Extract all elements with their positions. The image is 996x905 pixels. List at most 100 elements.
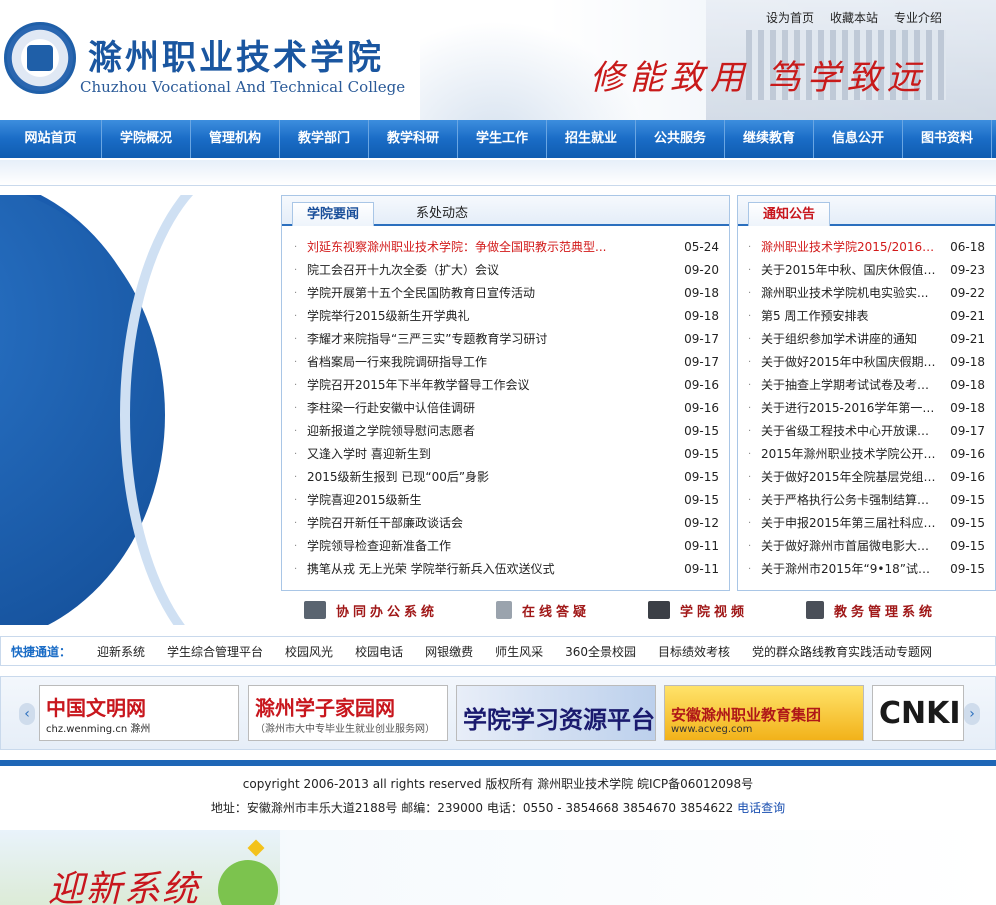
news-item[interactable]: · 刘延东视察滁州职业技术学院：争做全国职教示范典型... 05-24 bbox=[294, 236, 719, 259]
notice-item[interactable]: · 关于做好滁州市首届微电影大赛... 09-15 bbox=[748, 535, 985, 558]
news-item[interactable]: · 学院召开2015年下半年教学督导工作会议 09-16 bbox=[294, 374, 719, 397]
academic-system-link[interactable]: 教务管理系统 bbox=[806, 596, 936, 624]
news-item[interactable]: · 携笔从戎 无上光荣 学院举行新兵入伍欢送仪式 09-11 bbox=[294, 558, 719, 581]
link-xuezi-home[interactable]: 滁州学子家园网 （滁州市大中专毕业生就业创业服务网） bbox=[248, 685, 448, 741]
notice-item-title[interactable]: 关于组织参加学术讲座的通知 bbox=[761, 328, 939, 351]
news-item-title[interactable]: 携笔从戎 无上光荣 学院举行新兵入伍欢送仪式 bbox=[307, 558, 673, 581]
quick-link-campus-phone[interactable]: 校园电话 bbox=[355, 643, 403, 660]
news-item[interactable]: · 学院领导检查迎新准备工作 09-11 bbox=[294, 535, 719, 558]
notice-item-title[interactable]: 关于做好滁州市首届微电影大赛... bbox=[761, 535, 939, 558]
tab-college-news[interactable]: 学院要闻 bbox=[292, 202, 375, 226]
nav-info-disclosure[interactable]: 信息公开 bbox=[814, 120, 903, 158]
welcome-system-banner[interactable]: 迎新系统 bbox=[0, 830, 280, 905]
quick-link-campus-scenery[interactable]: 校园风光 bbox=[285, 643, 333, 660]
news-item-title[interactable]: 学院喜迎2015级新生 bbox=[307, 489, 673, 512]
news-item-title[interactable]: 2015级新生报到 已现“00后”身影 bbox=[307, 466, 673, 489]
college-video-link[interactable]: 学院视频 bbox=[648, 596, 748, 624]
nav-continuing-education[interactable]: 继续教育 bbox=[725, 120, 814, 158]
news-item-title[interactable]: 院工会召开十九次全委（扩大）会议 bbox=[307, 259, 673, 282]
link-acveg[interactable]: 安徽滁州职业教育集团 www.acveg.com bbox=[664, 685, 864, 741]
nav-library[interactable]: 图书资料 bbox=[903, 120, 992, 158]
nav-home[interactable]: 网站首页 bbox=[0, 120, 102, 158]
phone-lookup-link[interactable]: 电话查询 bbox=[737, 801, 785, 815]
notice-item-title[interactable]: 关于滁州市2015年“9•18”试鸣... bbox=[761, 558, 939, 581]
news-item[interactable]: · 学院喜迎2015级新生 09-15 bbox=[294, 489, 719, 512]
quick-link-welcome-system[interactable]: 迎新系统 bbox=[97, 643, 145, 660]
news-item[interactable]: · 学院开展第十五个全民国防教育日宣传活动 09-18 bbox=[294, 282, 719, 305]
nav-student-affairs[interactable]: 学生工作 bbox=[458, 120, 547, 158]
notice-item[interactable]: · 关于省级工程技术中心开放课题... 09-17 bbox=[748, 420, 985, 443]
news-item[interactable]: · 院工会召开十九次全委（扩大）会议 09-20 bbox=[294, 259, 719, 282]
scroll-left-icon[interactable]: ‹ bbox=[19, 703, 35, 725]
nav-public-services[interactable]: 公共服务 bbox=[636, 120, 725, 158]
quick-link-performance[interactable]: 目标绩效考核 bbox=[658, 643, 730, 660]
notice-item-title[interactable]: 滁州职业技术学院机电实验实... bbox=[761, 282, 939, 305]
notice-item[interactable]: · 关于2015年中秋、国庆休假值班... 09-23 bbox=[748, 259, 985, 282]
news-item[interactable]: · 又逢入学时 喜迎新生到 09-15 bbox=[294, 443, 719, 466]
notice-item[interactable]: · 滁州职业技术学院2015/2016学... 06-18 bbox=[748, 236, 985, 259]
notice-item[interactable]: · 关于抽查上学期考试试卷及考核... 09-18 bbox=[748, 374, 985, 397]
link-cnki[interactable]: CNKI bbox=[872, 685, 964, 741]
nav-research[interactable]: 教学科研 bbox=[369, 120, 458, 158]
notice-item[interactable]: · 关于做好2015年全院基层党组织... 09-16 bbox=[748, 466, 985, 489]
news-item[interactable]: · 迎新报道之学院领导慰问志愿者 09-15 bbox=[294, 420, 719, 443]
quick-link-360-campus[interactable]: 360全景校园 bbox=[565, 643, 636, 660]
news-item-title[interactable]: 学院开展第十五个全民国防教育日宣传活动 bbox=[307, 282, 673, 305]
news-item-title[interactable]: 李耀才来院指导“三严三实”专题教育学习研讨 bbox=[307, 328, 673, 351]
nav-administration[interactable]: 管理机构 bbox=[191, 120, 280, 158]
news-item-title[interactable]: 学院领导检查迎新准备工作 bbox=[307, 535, 673, 558]
quick-link-student-management[interactable]: 学生综合管理平台 bbox=[167, 643, 263, 660]
bookmark-link[interactable]: 收藏本站 bbox=[830, 9, 878, 26]
link-learning-platform[interactable]: 学院学习资源平台 bbox=[456, 685, 656, 741]
news-item-title[interactable]: 学院举行2015级新生开学典礼 bbox=[307, 305, 673, 328]
notice-item-title[interactable]: 2015年滁州职业技术学院公开招... bbox=[761, 443, 939, 466]
left-banner-image[interactable] bbox=[0, 195, 280, 625]
online-qa-link[interactable]: 在线答疑 bbox=[496, 596, 590, 624]
college-logo[interactable] bbox=[4, 22, 76, 94]
news-item-title[interactable]: 李柱梁一行赴安徽中认倍佳调研 bbox=[307, 397, 673, 420]
notice-item-title[interactable]: 关于申报2015年第三届社科应用... bbox=[761, 512, 939, 535]
news-item-title[interactable]: 省档案局一行来我院调研指导工作 bbox=[307, 351, 673, 374]
notice-item[interactable]: · 关于组织参加学术讲座的通知 09-21 bbox=[748, 328, 985, 351]
link-wenming[interactable]: 中国文明网 chz.wenming.cn 滁州 bbox=[39, 685, 239, 741]
news-item[interactable]: · 学院举行2015级新生开学典礼 09-18 bbox=[294, 305, 719, 328]
notice-item-title[interactable]: 第5 周工作预安排表 bbox=[761, 305, 939, 328]
notice-item-title[interactable]: 关于省级工程技术中心开放课题... bbox=[761, 420, 939, 443]
news-item[interactable]: · 2015级新生报到 已现“00后”身影 09-15 bbox=[294, 466, 719, 489]
set-homepage-link[interactable]: 设为首页 bbox=[766, 9, 814, 26]
notice-item-title[interactable]: 关于进行2015-2016学年第一学... bbox=[761, 397, 939, 420]
news-item[interactable]: · 李耀才来院指导“三严三实”专题教育学习研讨 09-17 bbox=[294, 328, 719, 351]
notice-item-title[interactable]: 关于做好2015年全院基层党组织... bbox=[761, 466, 939, 489]
nav-admissions[interactable]: 招生就业 bbox=[547, 120, 636, 158]
news-item-title[interactable]: 学院召开2015年下半年教学督导工作会议 bbox=[307, 374, 673, 397]
news-item[interactable]: · 学院召开新任干部廉政谈话会 09-12 bbox=[294, 512, 719, 535]
notice-item[interactable]: · 关于做好2015年中秋国庆假期间贯... 09-18 bbox=[748, 351, 985, 374]
notice-item[interactable]: · 2015年滁州职业技术学院公开招... 09-16 bbox=[748, 443, 985, 466]
news-item-title[interactable]: 迎新报道之学院领导慰问志愿者 bbox=[307, 420, 673, 443]
tab-dept-news[interactable]: 系处动态 bbox=[416, 202, 468, 226]
notice-item-title[interactable]: 关于严格执行公务卡强制结算目... bbox=[761, 489, 939, 512]
notice-item[interactable]: · 关于滁州市2015年“9•18”试鸣... 09-15 bbox=[748, 558, 985, 581]
nav-overview[interactable]: 学院概况 bbox=[102, 120, 191, 158]
news-item[interactable]: · 省档案局一行来我院调研指导工作 09-17 bbox=[294, 351, 719, 374]
notice-item[interactable]: · 关于进行2015-2016学年第一学... 09-18 bbox=[748, 397, 985, 420]
notice-item[interactable]: · 第5 周工作预安排表 09-21 bbox=[748, 305, 985, 328]
notice-item[interactable]: · 滁州职业技术学院机电实验实... 09-22 bbox=[748, 282, 985, 305]
notice-item[interactable]: · 关于严格执行公务卡强制结算目... 09-15 bbox=[748, 489, 985, 512]
quick-link-style[interactable]: 师生风采 bbox=[495, 643, 543, 660]
notice-item-title[interactable]: 滁州职业技术学院2015/2016学... bbox=[761, 236, 939, 259]
notice-item-title[interactable]: 关于抽查上学期考试试卷及考核... bbox=[761, 374, 939, 397]
news-item-title[interactable]: 学院召开新任干部廉政谈话会 bbox=[307, 512, 673, 535]
quick-link-online-payment[interactable]: 网银缴费 bbox=[425, 643, 473, 660]
news-item-title[interactable]: 又逢入学时 喜迎新生到 bbox=[307, 443, 673, 466]
news-item-title[interactable]: 刘延东视察滁州职业技术学院：争做全国职教示范典型... bbox=[307, 236, 673, 259]
office-system-link[interactable]: 协同办公系统 bbox=[304, 596, 438, 624]
quick-link-mass-line[interactable]: 党的群众路线教育实践活动专题网 bbox=[752, 643, 932, 660]
notice-item[interactable]: · 关于申报2015年第三届社科应用... 09-15 bbox=[748, 512, 985, 535]
news-item[interactable]: · 李柱梁一行赴安徽中认倍佳调研 09-16 bbox=[294, 397, 719, 420]
nav-departments[interactable]: 教学部门 bbox=[280, 120, 369, 158]
majors-link[interactable]: 专业介绍 bbox=[894, 9, 942, 26]
notice-item-title[interactable]: 关于2015年中秋、国庆休假值班... bbox=[761, 259, 939, 282]
notice-item-title[interactable]: 关于做好2015年中秋国庆假期间贯... bbox=[761, 351, 939, 374]
scroll-right-icon[interactable]: › bbox=[964, 703, 980, 725]
